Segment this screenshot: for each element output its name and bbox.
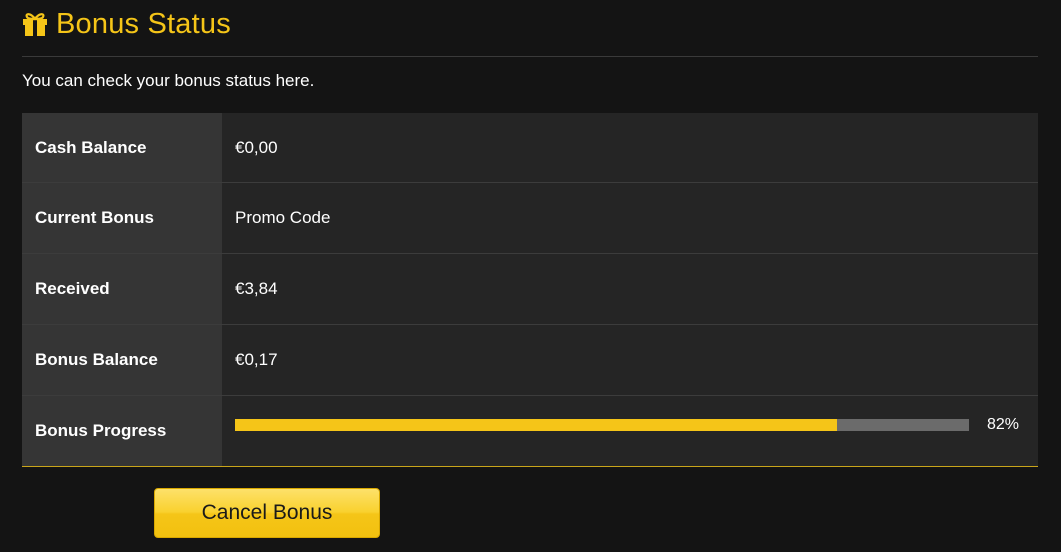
row-label: Current Bonus: [22, 183, 222, 253]
bonus-progress: 82%: [235, 416, 1038, 434]
row-value: Promo Code: [222, 183, 1038, 253]
bonus-status-table: Cash Balance €0,00 Current Bonus Promo C…: [22, 113, 1038, 467]
row-label: Bonus Progress: [22, 396, 222, 466]
page-header: Bonus Status: [22, 6, 231, 42]
table-row-bonus-progress: Bonus Progress 82%: [22, 395, 1038, 466]
table-row-current-bonus: Current Bonus Promo Code: [22, 182, 1038, 253]
row-label: Cash Balance: [22, 113, 222, 182]
row-label: Bonus Balance: [22, 325, 222, 395]
header-divider: [22, 56, 1038, 57]
table-row-cash-balance: Cash Balance €0,00: [22, 113, 1038, 182]
row-value: €3,84: [222, 254, 1038, 324]
table-row-received: Received €3,84: [22, 253, 1038, 324]
row-label: Received: [22, 254, 222, 324]
row-value: €0,00: [222, 113, 1038, 182]
progress-percent: 82%: [987, 416, 1020, 433]
row-value: €0,17: [222, 325, 1038, 395]
progress-fill: [235, 419, 837, 431]
gift-icon: [23, 13, 47, 36]
progress-track: [235, 419, 969, 431]
page-title: Bonus Status: [56, 7, 231, 40]
table-row-bonus-balance: Bonus Balance €0,17: [22, 324, 1038, 395]
row-value: 82%: [222, 396, 1038, 466]
cancel-bonus-button[interactable]: Cancel Bonus: [154, 488, 380, 538]
intro-text: You can check your bonus status here.: [22, 71, 315, 90]
